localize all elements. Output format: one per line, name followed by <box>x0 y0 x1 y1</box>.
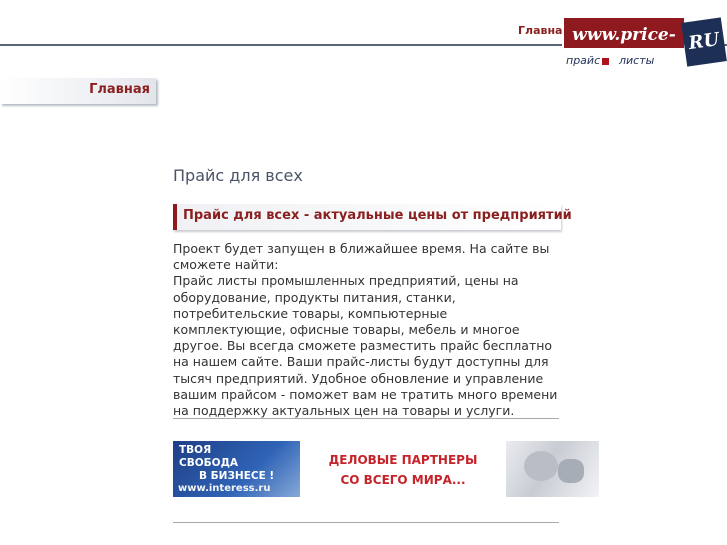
section-heading-text: Прайс для всех - актуальные цены от пред… <box>183 208 572 223</box>
banner-photo <box>506 441 599 497</box>
site-logo[interactable]: www.price-all. RU прайс листы <box>562 16 727 79</box>
intro-paragraph: Проект будет запущен в ближайшее время. … <box>173 241 558 419</box>
banner-mid-line2: СО ВСЕГО МИРА... <box>340 473 466 487</box>
sidebar-item-label: Главная <box>89 82 150 97</box>
sidebar-item-home[interactable]: Главная <box>0 78 156 104</box>
banner-left-url: www.interess.ru <box>178 483 271 494</box>
partner-banner[interactable]: ТВОЯ СВОБОДА В БИЗНЕСЕ ! www.interess.ru… <box>173 441 599 497</box>
divider <box>173 418 559 419</box>
banner-photo-shape <box>558 459 584 483</box>
banner-left-block: ТВОЯ СВОБОДА В БИЗНЕСЕ ! www.interess.ru <box>173 441 300 497</box>
banner-mid-line1: ДЕЛОВЫЕ ПАРТНЕРЫ <box>328 453 478 467</box>
logo-wordmark: www.price-all. <box>562 16 686 79</box>
logo-dot-icon <box>602 57 609 65</box>
page-title: Прайс для всех <box>173 166 303 185</box>
logo-tagline-word1: прайс <box>566 54 601 67</box>
logo-tagline-word2: листы <box>619 54 655 67</box>
banner-middle-block: ДЕЛОВЫЕ ПАРТНЕРЫ СО ВСЕГО МИРА... <box>300 441 506 497</box>
banner-left-line3: В БИЗНЕСЕ ! <box>199 470 275 482</box>
section-heading: Прайс для всех - актуальные цены от пред… <box>173 204 572 230</box>
logo-ru-badge: RU <box>681 17 727 67</box>
banner-left-line2: СВОБОДА <box>179 457 239 469</box>
banner-left-line1: ТВОЯ <box>179 444 212 456</box>
divider <box>173 522 559 523</box>
banner-photo-shape <box>524 451 558 481</box>
logo-tagline: прайс листы <box>566 54 654 67</box>
